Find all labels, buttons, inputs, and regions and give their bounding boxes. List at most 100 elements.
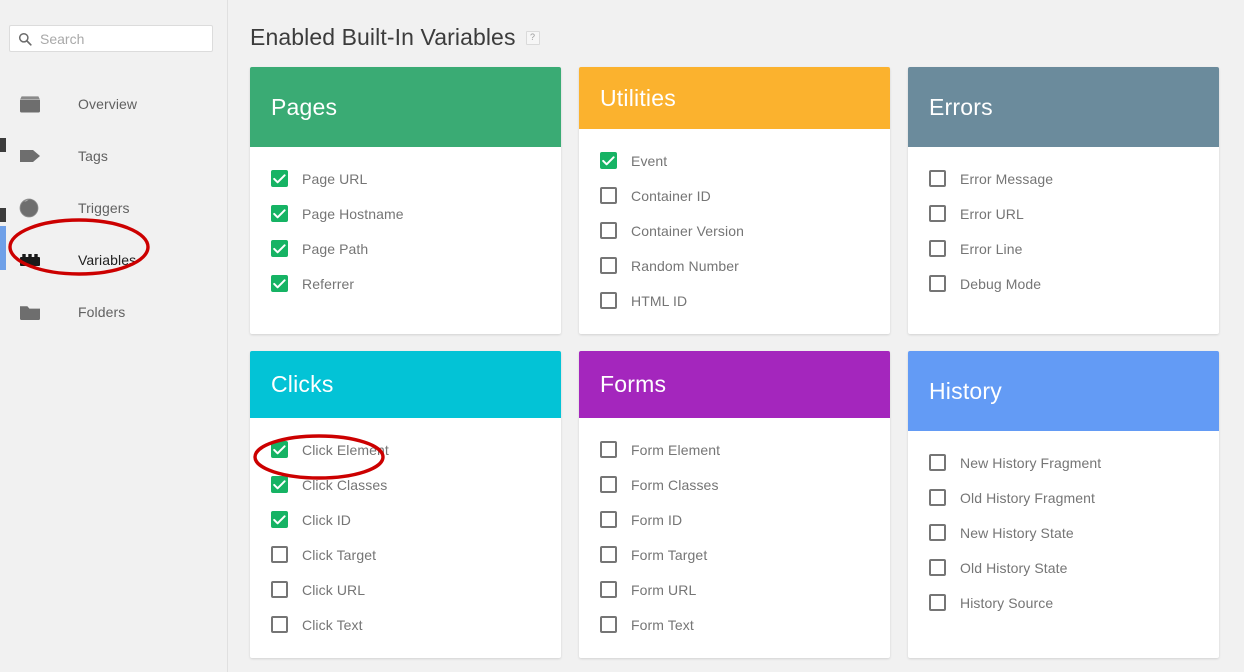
checkbox-unchecked[interactable] xyxy=(929,594,946,611)
checkbox-unchecked[interactable] xyxy=(929,275,946,292)
option-click-element[interactable]: Click Element xyxy=(250,432,561,467)
option-container-id[interactable]: Container ID xyxy=(579,178,890,213)
option-label: Form Element xyxy=(631,441,721,458)
checkbox-unchecked[interactable] xyxy=(271,616,288,633)
sidebar-item-label: Tags xyxy=(78,148,108,164)
checkbox-checked[interactable] xyxy=(271,441,288,458)
option-click-classes[interactable]: Click Classes xyxy=(250,467,561,502)
checkbox-checked[interactable] xyxy=(600,152,617,169)
checkbox-unchecked[interactable] xyxy=(600,292,617,309)
option-click-text[interactable]: Click Text xyxy=(250,607,561,642)
option-label: Click Element xyxy=(302,441,389,458)
option-error-message[interactable]: Error Message xyxy=(908,161,1219,196)
card-pages: Pages Page URL Page Hostname Page Path R… xyxy=(250,67,561,334)
checkbox-unchecked[interactable] xyxy=(929,170,946,187)
checkbox-checked[interactable] xyxy=(271,275,288,292)
main-content: Enabled Built-In Variables ? Pages Page … xyxy=(228,0,1244,672)
option-page-hostname[interactable]: Page Hostname xyxy=(250,196,561,231)
option-label: Click Text xyxy=(302,616,363,633)
option-page-path[interactable]: Page Path xyxy=(250,231,561,266)
card-body: Event Container ID Container Version Ran… xyxy=(579,129,890,334)
option-label: History Source xyxy=(960,594,1054,611)
sidebar-item-label: Overview xyxy=(78,96,138,112)
checkbox-unchecked[interactable] xyxy=(600,581,617,598)
checkbox-unchecked[interactable] xyxy=(600,441,617,458)
search-input[interactable] xyxy=(40,30,221,47)
option-debug-mode[interactable]: Debug Mode xyxy=(908,266,1219,301)
sidebar-item-label: Triggers xyxy=(78,200,130,216)
option-label: Container ID xyxy=(631,187,711,204)
card-forms: Forms Form Element Form Classes Form ID xyxy=(579,351,890,658)
option-label: HTML ID xyxy=(631,292,688,309)
checkbox-unchecked[interactable] xyxy=(271,581,288,598)
option-label: Click URL xyxy=(302,581,366,598)
option-event[interactable]: Event xyxy=(579,143,890,178)
option-label: Old History Fragment xyxy=(960,489,1096,506)
option-label: Referrer xyxy=(302,275,355,292)
option-label: Event xyxy=(631,152,668,169)
option-history-source[interactable]: History Source xyxy=(908,585,1219,620)
sidebar-item-triggers[interactable]: Triggers xyxy=(0,182,227,234)
checkbox-checked[interactable] xyxy=(271,476,288,493)
card-header: Forms xyxy=(579,351,890,418)
search-icon xyxy=(18,32,32,46)
checkbox-checked[interactable] xyxy=(271,511,288,528)
sidebar-item-folders[interactable]: Folders xyxy=(0,286,227,338)
checkbox-unchecked[interactable] xyxy=(600,222,617,239)
variables-brick-icon xyxy=(18,248,44,272)
search-box[interactable] xyxy=(9,25,221,52)
option-label: Page URL xyxy=(302,170,368,187)
option-old-history-fragment[interactable]: Old History Fragment xyxy=(908,480,1219,515)
option-label: Container Version xyxy=(631,222,744,239)
card-history: History New History Fragment Old History… xyxy=(908,351,1219,658)
rail-mark-lower xyxy=(0,208,6,222)
sidebar-item-tags[interactable]: Tags xyxy=(0,130,227,182)
option-error-url[interactable]: Error URL xyxy=(908,196,1219,231)
checkbox-unchecked[interactable] xyxy=(271,546,288,563)
option-label: Old History State xyxy=(960,559,1068,576)
option-label: Click Target xyxy=(302,546,377,563)
checkbox-checked[interactable] xyxy=(271,205,288,222)
checkbox-unchecked[interactable] xyxy=(600,187,617,204)
option-new-history-state[interactable]: New History State xyxy=(908,515,1219,550)
sidebar-item-overview[interactable]: Overview xyxy=(0,78,227,130)
page-header: Enabled Built-In Variables ? xyxy=(250,0,1244,67)
sidebar-item-label: Variables xyxy=(78,252,137,268)
option-error-line[interactable]: Error Line xyxy=(908,231,1219,266)
checkbox-unchecked[interactable] xyxy=(929,524,946,541)
card-header: Pages xyxy=(250,67,561,147)
option-new-history-fragment[interactable]: New History Fragment xyxy=(908,445,1219,480)
card-title: Utilities xyxy=(600,84,676,111)
option-old-history-state[interactable]: Old History State xyxy=(908,550,1219,585)
checkbox-unchecked[interactable] xyxy=(929,489,946,506)
option-container-version[interactable]: Container Version xyxy=(579,213,890,248)
checkbox-unchecked[interactable] xyxy=(929,205,946,222)
checkbox-unchecked[interactable] xyxy=(600,476,617,493)
checkbox-unchecked[interactable] xyxy=(600,616,617,633)
option-form-text[interactable]: Form Text xyxy=(579,607,890,642)
option-form-classes[interactable]: Form Classes xyxy=(579,467,890,502)
option-form-id[interactable]: Form ID xyxy=(579,502,890,537)
checkbox-checked[interactable] xyxy=(271,240,288,257)
option-referrer[interactable]: Referrer xyxy=(250,266,561,301)
option-form-url[interactable]: Form URL xyxy=(579,572,890,607)
option-html-id[interactable]: HTML ID xyxy=(579,283,890,318)
help-icon[interactable]: ? xyxy=(525,30,540,45)
option-label: Form ID xyxy=(631,511,683,528)
checkbox-checked[interactable] xyxy=(271,170,288,187)
sidebar-item-variables[interactable]: Variables xyxy=(0,234,227,286)
option-form-element[interactable]: Form Element xyxy=(579,432,890,467)
checkbox-unchecked[interactable] xyxy=(929,454,946,471)
option-page-url[interactable]: Page URL xyxy=(250,161,561,196)
option-label: Random Number xyxy=(631,257,739,274)
option-click-url[interactable]: Click URL xyxy=(250,572,561,607)
checkbox-unchecked[interactable] xyxy=(600,546,617,563)
checkbox-unchecked[interactable] xyxy=(929,240,946,257)
option-click-id[interactable]: Click ID xyxy=(250,502,561,537)
option-form-target[interactable]: Form Target xyxy=(579,537,890,572)
checkbox-unchecked[interactable] xyxy=(600,257,617,274)
option-random-number[interactable]: Random Number xyxy=(579,248,890,283)
checkbox-unchecked[interactable] xyxy=(600,511,617,528)
option-click-target[interactable]: Click Target xyxy=(250,537,561,572)
checkbox-unchecked[interactable] xyxy=(929,559,946,576)
